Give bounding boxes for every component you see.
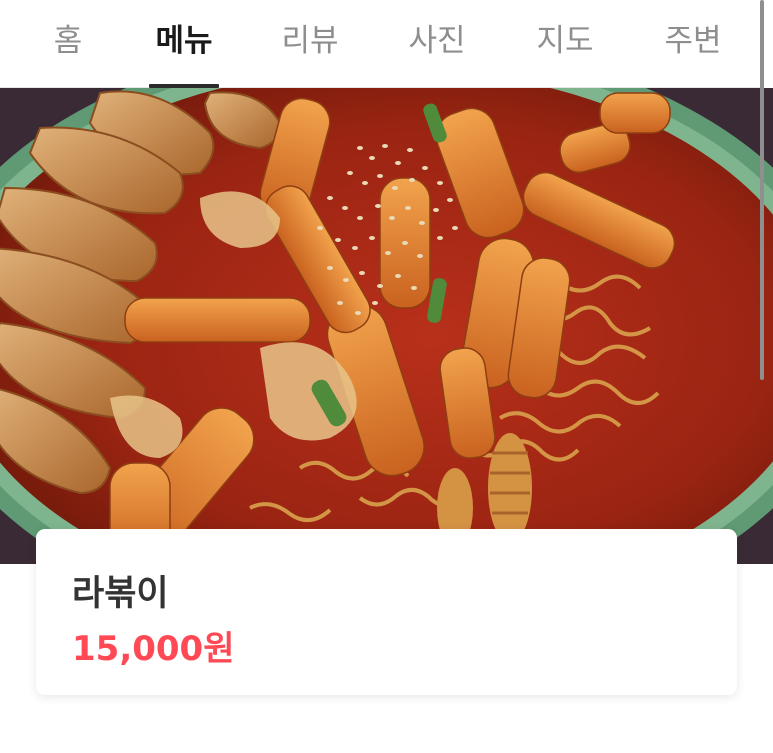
tab-nearby[interactable]: 주변	[651, 0, 735, 87]
menu-item-photo[interactable]	[0, 88, 773, 564]
rabokki-photo-illustration	[0, 88, 773, 564]
menu-item-name: 라볶이	[72, 574, 169, 614]
scrollbar[interactable]	[760, 0, 764, 380]
tab-menu[interactable]: 메뉴	[144, 0, 224, 87]
active-tab-indicator	[149, 84, 219, 88]
tab-map[interactable]: 지도	[525, 0, 605, 87]
tab-home[interactable]: 홈	[30, 0, 106, 87]
tab-bar: 홈 메뉴 리뷰 사진 지도 주변	[0, 0, 760, 88]
restaurant-page: 홈 메뉴 리뷰 사진 지도 주변 라볶이 15,000원	[0, 0, 773, 753]
tab-reviews[interactable]: 리뷰	[270, 0, 350, 87]
menu-item-card[interactable]: 라볶이 15,000원	[36, 529, 737, 695]
tab-photos[interactable]: 사진	[397, 0, 477, 87]
menu-item-price: 15,000원	[72, 629, 235, 669]
